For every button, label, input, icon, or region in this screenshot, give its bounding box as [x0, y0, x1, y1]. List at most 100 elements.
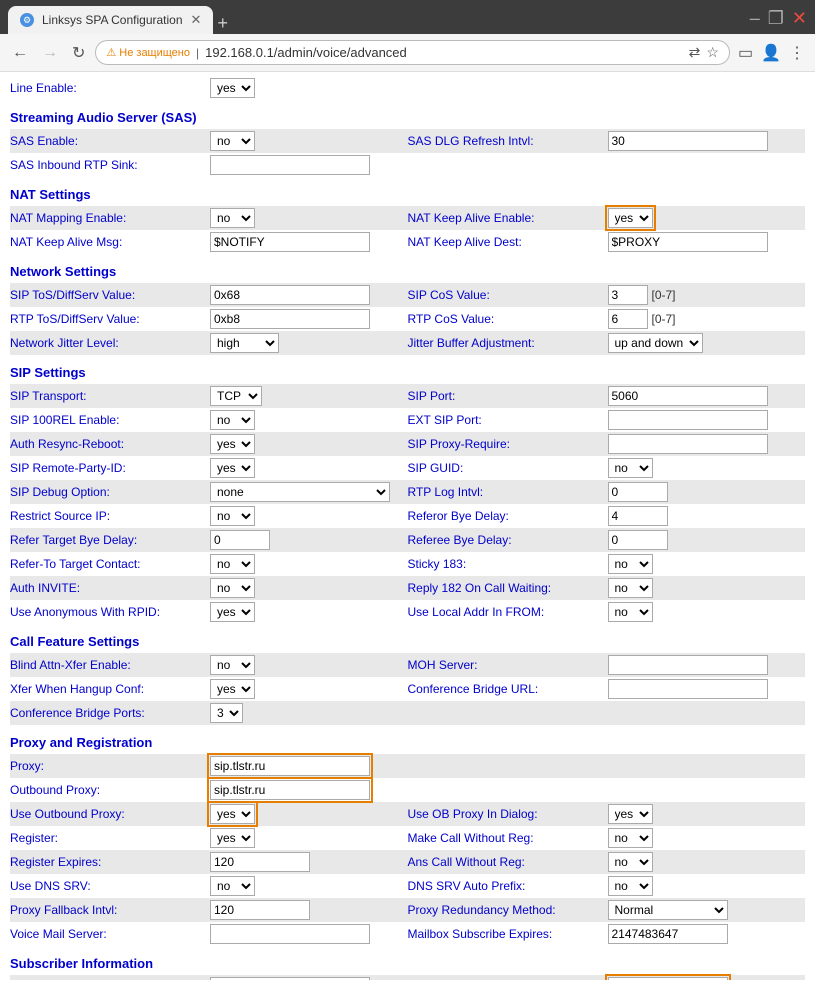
outbound-proxy-input[interactable]	[210, 780, 370, 800]
back-button[interactable]: ←	[8, 42, 32, 64]
rtp-tos-left: RTP ToS/DiffServ Value:	[10, 309, 408, 329]
rtp-cos-input[interactable]	[608, 309, 648, 329]
blind-xfer-select[interactable]: no yes	[210, 655, 255, 675]
nat-mapping-select[interactable]: no yes	[210, 208, 255, 228]
register-select[interactable]: yes no	[210, 828, 255, 848]
conf-ports-row: Conference Bridge Ports: 3 2 1	[10, 701, 805, 725]
conf-ports-select[interactable]: 3 2 1	[210, 703, 243, 723]
sas-dlg-input[interactable]	[608, 131, 768, 151]
rtp-tos-input[interactable]	[210, 309, 370, 329]
tab-title: Linksys SPA Configuration	[42, 13, 183, 27]
profile-icon[interactable]: 👤	[759, 41, 783, 65]
network-section-header: Network Settings	[10, 264, 805, 279]
sticky183-select[interactable]: no yes	[608, 554, 653, 574]
jitter-adj-select[interactable]: up and down up only disable	[608, 333, 703, 353]
jitter-adj-label: Jitter Buffer Adjustment:	[408, 336, 608, 350]
rtp-cos-range: [0-7]	[652, 312, 676, 326]
moh-label: MOH Server:	[408, 658, 608, 672]
conf-bridge-input[interactable]	[608, 679, 768, 699]
use-outbound-select[interactable]: yes no	[210, 804, 255, 824]
proxy-redundancy-label: Proxy Redundancy Method:	[408, 903, 608, 917]
reply182-label: Reply 182 On Call Waiting:	[408, 581, 608, 595]
use-outbound-left: Use Outbound Proxy: yes no	[10, 804, 408, 824]
refer-to-select[interactable]: no yes	[210, 554, 255, 574]
ans-call-noreg-select[interactable]: no yes	[608, 852, 653, 872]
sip-transport-select[interactable]: TCP UDP TLS	[210, 386, 262, 406]
ext-sip-input[interactable]	[608, 410, 768, 430]
forward-button[interactable]: →	[38, 42, 62, 64]
refer-to-label: Refer-To Target Contact:	[10, 557, 210, 571]
auth-invite-select[interactable]: no yes	[210, 578, 255, 598]
sip-100rel-select[interactable]: no yes	[210, 410, 255, 430]
bookmark-icon[interactable]: ☆	[706, 44, 719, 61]
proxy-redundancy-select[interactable]: Normal Based on SRV	[608, 900, 728, 920]
dns-srv-select[interactable]: no yes	[210, 876, 255, 896]
user-id-input[interactable]	[608, 977, 728, 980]
rtp-cos-label: RTP CoS Value:	[408, 312, 608, 326]
address-bar[interactable]: ⚠ Не защищено | 192.168.0.1/admin/voice/…	[95, 40, 730, 65]
new-tab-button[interactable]: +	[217, 13, 228, 34]
sas-rtp-input[interactable]	[210, 155, 370, 175]
tab-close-button[interactable]: ✕	[191, 12, 202, 28]
sip-proxy-req-label: SIP Proxy-Require:	[408, 437, 608, 451]
xfer-hangup-select[interactable]: yes no	[210, 679, 255, 699]
sip-port-input[interactable]	[608, 386, 768, 406]
referor-bye-input[interactable]	[608, 506, 668, 526]
reload-button[interactable]: ↻	[68, 41, 89, 65]
local-addr-label: Use Local Addr In FROM:	[408, 605, 608, 619]
moh-input[interactable]	[608, 655, 768, 675]
nat-keepmsg-input[interactable]	[210, 232, 370, 252]
proxy-input[interactable]	[210, 756, 370, 776]
browser-controls: ← → ↻ ⚠ Не защищено | 192.168.0.1/admin/…	[0, 34, 815, 72]
sip-tos-input[interactable]	[210, 285, 370, 305]
window-minimize-button[interactable]: –	[750, 8, 760, 29]
sip-port-label: SIP Port:	[408, 389, 608, 403]
jitter-level-select[interactable]: high medium low	[210, 333, 279, 353]
sas-enable-select[interactable]: no yes	[210, 131, 255, 151]
sip-debug-select[interactable]: none full	[210, 482, 390, 502]
sip-remote-select[interactable]: yes no	[210, 458, 255, 478]
sip-proxy-req-input[interactable]	[608, 434, 768, 454]
sas-enable-left: SAS Enable: no yes	[10, 131, 408, 151]
make-call-noreg-select[interactable]: no yes	[608, 828, 653, 848]
line-enable-label: Line Enable:	[10, 81, 210, 95]
reply182-select[interactable]: no yes	[608, 578, 653, 598]
refer-target-input[interactable]	[210, 530, 270, 550]
auth-resync-select[interactable]: yes no	[210, 434, 255, 454]
window-close-button[interactable]: ✕	[792, 8, 807, 29]
anon-rpid-select[interactable]: yes no	[210, 602, 255, 622]
active-tab[interactable]: ⚙ Linksys SPA Configuration ✕	[8, 6, 213, 34]
sip-debug-row: SIP Debug Option: none full RTP Log Intv…	[10, 480, 805, 504]
display-name-left: Display Name:	[10, 977, 408, 980]
display-name-input[interactable]	[210, 977, 370, 980]
anon-rpid-label: Use Anonymous With RPID:	[10, 605, 210, 619]
translate-icon[interactable]: ⇄	[689, 44, 701, 61]
sip-guid-select[interactable]: no yes	[608, 458, 653, 478]
dns-srv-prefix-select[interactable]: no yes	[608, 876, 653, 896]
sip-proxy-req-right: SIP Proxy-Require:	[408, 434, 806, 454]
proxy-fallback-input[interactable]	[210, 900, 310, 920]
use-ob-dialog-select[interactable]: yes no	[608, 804, 653, 824]
nat-keep-enable-select[interactable]: yes no	[608, 208, 653, 228]
rtp-log-input[interactable]	[608, 482, 668, 502]
voice-mail-input[interactable]	[210, 924, 370, 944]
proxy-row: Proxy:	[10, 754, 805, 778]
nat-mapping-label: NAT Mapping Enable:	[10, 211, 210, 225]
line-enable-select[interactable]: yes no	[210, 78, 255, 98]
reg-expires-input[interactable]	[210, 852, 310, 872]
menu-icon[interactable]: ⋮	[787, 41, 807, 65]
sip-cos-input[interactable]	[608, 285, 648, 305]
local-addr-select[interactable]: no yes	[608, 602, 653, 622]
restrict-select[interactable]: no yes	[210, 506, 255, 526]
cast-icon[interactable]: ▭	[736, 41, 755, 65]
window-restore-button[interactable]: ❐	[768, 8, 784, 29]
rtp-log-right: RTP Log Intvl:	[408, 482, 806, 502]
reg-expires-label: Register Expires:	[10, 855, 210, 869]
browser-actions: ▭ 👤 ⋮	[736, 41, 807, 65]
referee-bye-input[interactable]	[608, 530, 668, 550]
mailbox-input[interactable]	[608, 924, 728, 944]
sip-tos-label: SIP ToS/DiffServ Value:	[10, 288, 210, 302]
nat-keepdest-input[interactable]	[608, 232, 768, 252]
conf-bridge-right: Conference Bridge URL:	[408, 679, 806, 699]
use-ob-dialog-label: Use OB Proxy In Dialog:	[408, 807, 608, 821]
